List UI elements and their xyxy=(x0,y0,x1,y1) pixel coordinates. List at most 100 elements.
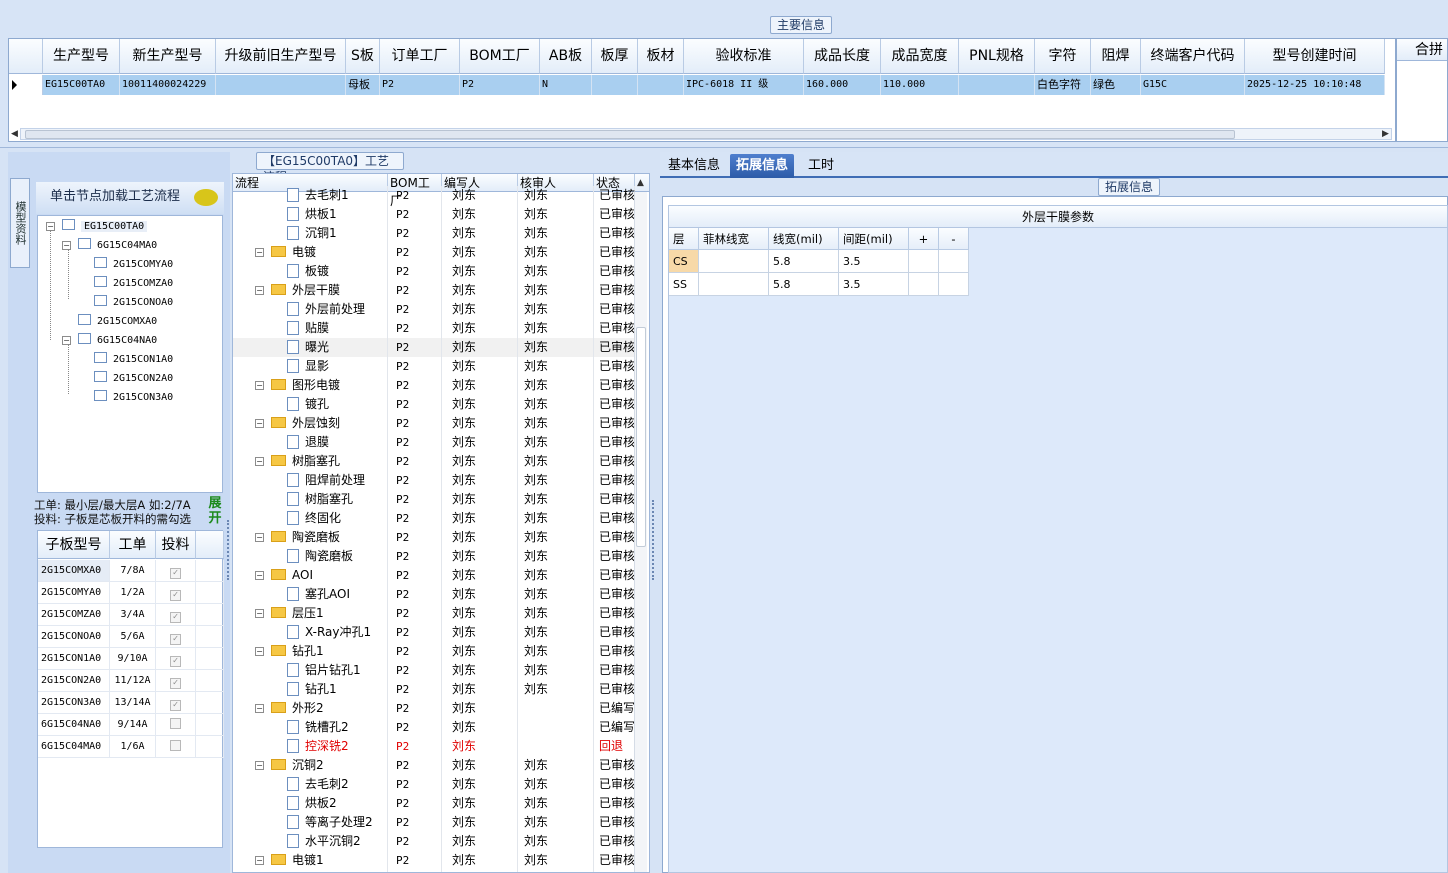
process-collapse-icon[interactable]: − xyxy=(255,856,264,865)
grid-cell-1[interactable]: 10011400024229 xyxy=(120,75,216,95)
process-row[interactable]: 外层干膜 − P2 刘东 刘东 已审核 xyxy=(233,281,635,300)
grid-cell-12[interactable] xyxy=(959,75,1035,95)
process-row[interactable]: 外层前处理 P2 刘东 刘东 已审核 xyxy=(233,300,635,319)
feed-checkbox[interactable]: ✓ xyxy=(170,634,181,645)
dry-film-cell[interactable]: CS xyxy=(669,250,699,273)
grid-cell-0[interactable]: EG15C00TA0 xyxy=(43,75,120,95)
process-row[interactable]: 电镀1− P2 刘东 刘东 已审核 xyxy=(233,851,635,870)
process-step-cell[interactable]: 去毛刺2 xyxy=(233,775,388,794)
center-splitter-handle[interactable] xyxy=(652,500,655,580)
process-row[interactable]: 去毛刺2 P2 刘东 刘东 已审核 xyxy=(233,775,635,794)
process-step-cell[interactable]: 水平沉铜2 xyxy=(233,832,388,851)
process-step-cell[interactable]: 铝片钻孔1 xyxy=(233,661,388,680)
process-row[interactable]: 去毛刺1 P2 刘东 刘东 已审核 xyxy=(233,186,635,205)
tree-collapse-icon[interactable]: − xyxy=(62,241,71,250)
sub-feed-cell[interactable]: ✓ xyxy=(156,560,196,582)
sub-feed-cell[interactable] xyxy=(156,714,196,736)
process-collapse-icon[interactable]: − xyxy=(255,761,264,770)
tab-extended-info[interactable]: 拓展信息 xyxy=(730,154,795,178)
sub-model-cell[interactable]: 2G15CON1A0 xyxy=(38,648,110,670)
feed-checkbox[interactable]: ✓ xyxy=(170,612,181,623)
sub-feed-cell[interactable]: ✓ xyxy=(156,648,196,670)
tree-node[interactable]: 6G15C04NA0 xyxy=(78,332,157,350)
sub-model-cell[interactable]: 2G15COMXA0 xyxy=(38,560,110,582)
grid-cell-15[interactable]: G15C xyxy=(1141,75,1245,95)
grid-header-16[interactable]: 型号创建时间 xyxy=(1245,39,1385,74)
grid-header-2[interactable]: 升级前旧生产型号 xyxy=(216,39,346,74)
tree-collapse-icon[interactable]: − xyxy=(62,336,71,345)
grid-cell-11[interactable]: 110.000 xyxy=(881,75,959,95)
dry-film-cell[interactable] xyxy=(699,250,769,273)
scroll-up-icon[interactable]: ▲ xyxy=(637,178,644,188)
grid-cell-7[interactable] xyxy=(592,75,638,95)
sub-feed-cell[interactable]: ✓ xyxy=(156,582,196,604)
feed-checkbox[interactable] xyxy=(170,718,181,729)
process-step-cell[interactable]: 阻焊前处理 xyxy=(233,471,388,490)
grid-header-5[interactable]: BOM工厂 xyxy=(460,39,540,74)
tree-node[interactable]: 2G15CON1A0 xyxy=(94,351,173,369)
feed-checkbox[interactable]: ✓ xyxy=(170,678,181,689)
tree-node[interactable]: 2G15CONOA0 xyxy=(94,294,173,312)
feed-checkbox[interactable]: ✓ xyxy=(170,590,181,601)
process-collapse-icon[interactable]: − xyxy=(255,248,264,257)
grid-header-9[interactable]: 验收标准 xyxy=(684,39,804,74)
sub-feed-cell[interactable] xyxy=(156,736,196,758)
grid-header-13[interactable]: 字符 xyxy=(1035,39,1091,74)
grid-header-0[interactable]: 生产型号 xyxy=(43,39,120,74)
dry-film-cell[interactable]: 5.8 xyxy=(769,273,839,296)
process-row[interactable]: 退膜 P2 刘东 刘东 已审核 xyxy=(233,433,635,452)
process-collapse-icon[interactable]: − xyxy=(255,647,264,656)
process-step-cell[interactable]: 去毛刺1 xyxy=(233,186,388,205)
tree-node[interactable]: 2G15COMZA0 xyxy=(94,275,173,293)
sub-model-cell[interactable]: 2G15COMZA0 xyxy=(38,604,110,626)
process-row[interactable]: 树脂塞孔 − P2 刘东 刘东 已审核 xyxy=(233,452,635,471)
scroll-left-icon[interactable]: ◀ xyxy=(11,129,18,139)
sub-order-cell[interactable]: 11/12A xyxy=(110,670,156,692)
sub-model-cell[interactable]: 2G15CON3A0 xyxy=(38,692,110,714)
tab-work-hours[interactable]: 工时 xyxy=(802,154,840,178)
dry-film-cell[interactable] xyxy=(939,273,969,296)
feed-checkbox[interactable]: ✓ xyxy=(170,700,181,711)
sub-model-cell[interactable]: 2G15CON2A0 xyxy=(38,670,110,692)
process-row[interactable]: 沉铜2− P2 刘东 刘东 已审核 xyxy=(233,756,635,775)
sub-model-cell[interactable]: 2G15COMYA0 xyxy=(38,582,110,604)
process-row[interactable]: 钻孔1 P2 刘东 刘东 已审核 xyxy=(233,680,635,699)
process-step-cell[interactable]: 外层前处理 xyxy=(233,300,388,319)
dry-film-cell[interactable]: 3.5 xyxy=(839,250,909,273)
dry-film-header-5[interactable]: - xyxy=(939,228,969,250)
grid-cell-14[interactable]: 绿色 xyxy=(1091,75,1141,95)
process-collapse-icon[interactable]: − xyxy=(255,533,264,542)
process-row[interactable]: 外层蚀刻 − P2 刘东 刘东 已审核 xyxy=(233,414,635,433)
process-row[interactable]: 水平沉铜2 P2 刘东 刘东 已审核 xyxy=(233,832,635,851)
sub-header-0[interactable]: 子板型号 xyxy=(38,531,110,559)
dry-film-cell[interactable]: 5.8 xyxy=(769,250,839,273)
grid-header-15[interactable]: 终端客户代码 xyxy=(1141,39,1245,74)
sub-order-cell[interactable]: 13/14A xyxy=(110,692,156,714)
process-collapse-icon[interactable]: − xyxy=(255,704,264,713)
horizontal-scrollbar[interactable] xyxy=(20,128,1392,140)
process-collapse-icon[interactable]: − xyxy=(255,419,264,428)
sub-feed-cell[interactable]: ✓ xyxy=(156,692,196,714)
grid-header-4[interactable]: 订单工厂 xyxy=(380,39,460,74)
feed-checkbox[interactable] xyxy=(170,740,181,751)
process-row[interactable]: 等离子处理2 P2 刘东 刘东 已审核 xyxy=(233,813,635,832)
grid-cell-2[interactable] xyxy=(216,75,346,95)
grid-header-7[interactable]: 板厚 xyxy=(592,39,638,74)
process-step-cell[interactable]: 控深铣2 xyxy=(233,737,388,756)
process-row[interactable]: 电镀 − P2 刘东 刘东 已审核 xyxy=(233,243,635,262)
dry-film-cell[interactable] xyxy=(939,250,969,273)
process-step-cell[interactable]: 显影 xyxy=(233,357,388,376)
tree-node[interactable]: 2G15CON2A0 xyxy=(94,370,173,388)
process-row[interactable]: 图形电镀 − P2 刘东 刘东 已审核 xyxy=(233,376,635,395)
process-step-cell[interactable]: 树脂塞孔 xyxy=(233,490,388,509)
scroll-thumb[interactable] xyxy=(25,130,1235,139)
process-step-cell[interactable]: 烘板2 xyxy=(233,794,388,813)
process-row[interactable]: 阻焊前处理 P2 刘东 刘东 已审核 xyxy=(233,471,635,490)
sub-feed-cell[interactable]: ✓ xyxy=(156,604,196,626)
process-collapse-icon[interactable]: − xyxy=(255,286,264,295)
grid-header-6[interactable]: AB板 xyxy=(540,39,592,74)
sub-order-cell[interactable]: 7/8A xyxy=(110,560,156,582)
feed-checkbox[interactable]: ✓ xyxy=(170,568,181,579)
process-collapse-icon[interactable]: − xyxy=(255,457,264,466)
grid-cell-10[interactable]: 160.000 xyxy=(804,75,881,95)
